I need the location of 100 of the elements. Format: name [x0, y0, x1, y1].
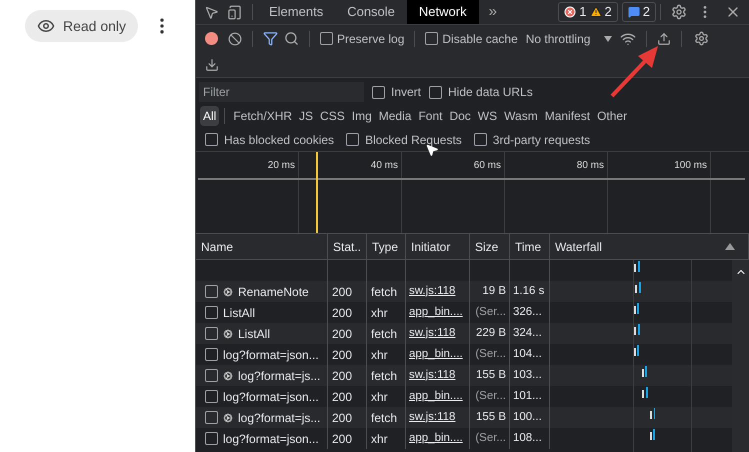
- settings-icon[interactable]: [671, 4, 687, 20]
- row-checkbox[interactable]: [205, 306, 218, 319]
- filter-icon[interactable]: [263, 31, 278, 46]
- device-toolbar-icon[interactable]: [227, 4, 242, 20]
- scrollbar[interactable]: [732, 260, 749, 452]
- devtools-tab[interactable]: Elements: [257, 0, 336, 24]
- settings-icon[interactable]: [694, 31, 710, 46]
- throttling-dropdown[interactable]: No throttling: [526, 30, 612, 48]
- time-cell-text: 324...: [513, 326, 542, 341]
- resource-type-filter[interactable]: CSS: [317, 106, 348, 126]
- request-name[interactable]: RenameNote: [238, 282, 309, 300]
- row-checkbox[interactable]: [205, 369, 218, 382]
- record-button[interactable]: [205, 32, 218, 45]
- column-header[interactable]: Type: [372, 238, 398, 256]
- request-name[interactable]: ListAll: [238, 324, 270, 342]
- resource-type-filter[interactable]: Media: [376, 106, 414, 126]
- error-icon: [564, 6, 576, 18]
- gear-icon: [223, 286, 233, 296]
- preserve-log-label: Preserve log: [337, 30, 404, 48]
- column-header[interactable]: Stat..: [333, 238, 362, 256]
- initiator-link[interactable]: sw.js:118: [409, 282, 456, 300]
- messages-counter[interactable]: 2: [622, 2, 656, 22]
- issues-counter[interactable]: 1 2: [558, 2, 618, 22]
- resource-type-filter[interactable]: All: [200, 106, 220, 126]
- filter-field[interactable]: Filter: [199, 82, 364, 102]
- request-name[interactable]: ListAll: [223, 304, 256, 322]
- initiator-link[interactable]: sw.js:118: [409, 324, 456, 342]
- request-name[interactable]: log?format=json...: [223, 388, 319, 406]
- resource-type-filter[interactable]: WS: [474, 106, 500, 126]
- time-cell-text: 100...: [513, 410, 542, 425]
- initiator-link[interactable]: app_bin....: [409, 388, 463, 406]
- upload-icon[interactable]: [657, 32, 672, 46]
- request-name[interactable]: log?format=js...: [238, 366, 320, 384]
- column-header[interactable]: Initiator: [411, 238, 450, 256]
- initiator-link[interactable]: sw.js:118: [409, 408, 456, 426]
- row-checkbox[interactable]: [205, 285, 218, 298]
- devtools-tab[interactable]: Network: [406, 0, 479, 24]
- initiator-link[interactable]: app_bin....: [409, 346, 463, 364]
- initiator-link[interactable]: app_bin....: [409, 304, 463, 322]
- badge-count: 1: [579, 3, 587, 22]
- time-cell-text: 326...: [513, 304, 542, 320]
- status-cell-text: 200: [332, 430, 352, 448]
- request-name[interactable]: log?format=json...: [223, 346, 319, 364]
- column-header[interactable]: Size: [475, 238, 498, 256]
- search-icon[interactable]: [284, 31, 299, 46]
- dropdown-caret-icon: [604, 36, 612, 42]
- status-cell-text: 200: [332, 368, 352, 384]
- size-cell-text: (Ser...: [475, 388, 506, 404]
- timeline-tick-label: 100 ms: [674, 159, 707, 170]
- column-header[interactable]: Waterfall: [555, 238, 602, 256]
- type-cell-text: xhr: [371, 430, 388, 448]
- status-cell-text: 200: [332, 410, 352, 426]
- type-cell-text: fetch: [371, 368, 398, 384]
- download-icon[interactable]: [205, 58, 219, 72]
- devtools-tab[interactable]: Console: [335, 0, 407, 24]
- request-name[interactable]: log?format=js...: [238, 408, 320, 426]
- hide-data-urls-label: Hide data URLs: [448, 84, 533, 101]
- read-only-label: Read only: [63, 16, 126, 36]
- initiator-link[interactable]: sw.js:118: [409, 366, 456, 384]
- disable-cache-checkbox[interactable]: [425, 32, 438, 45]
- initiator-link[interactable]: app_bin....: [409, 430, 463, 448]
- resource-type-filter[interactable]: Wasm: [501, 106, 541, 126]
- filter-checkbox[interactable]: [205, 133, 218, 146]
- resource-type-filter[interactable]: Fetch/XHR: [230, 106, 296, 126]
- resource-type-filter[interactable]: JS: [296, 106, 316, 126]
- column-header[interactable]: Time: [515, 238, 542, 256]
- row-checkbox[interactable]: [205, 348, 218, 361]
- request-name[interactable]: log?format=json...: [223, 430, 319, 448]
- size-cell-text: 155 B: [476, 368, 506, 383]
- size-cell-text: 155 B: [476, 410, 506, 425]
- status-cell-text: 200: [332, 388, 352, 406]
- time-cell-text: 103...: [513, 368, 542, 383]
- invert-checkbox[interactable]: [372, 86, 385, 98]
- more-tabs-button[interactable]: »: [478, 0, 507, 24]
- resource-type-filter[interactable]: Other: [594, 106, 630, 126]
- column-header[interactable]: Name: [201, 238, 234, 256]
- resource-type-filter[interactable]: Font: [415, 106, 446, 126]
- filter-checkbox-label: 3rd-party requests: [492, 132, 590, 148]
- resource-type-filter[interactable]: Img: [348, 106, 375, 126]
- filter-checkbox[interactable]: [346, 133, 360, 146]
- row-checkbox[interactable]: [205, 432, 218, 445]
- hide-data-urls-checkbox[interactable]: [429, 86, 442, 98]
- resource-type-filter[interactable]: Manifest: [542, 106, 594, 126]
- preserve-log-checkbox[interactable]: [320, 32, 333, 45]
- type-cell-text: fetch: [371, 410, 398, 426]
- time-cell-text: 1.16 s: [513, 284, 544, 299]
- resource-type-filter[interactable]: Doc: [446, 106, 474, 126]
- filter-checkbox[interactable]: [474, 133, 487, 146]
- invert-label: Invert: [391, 84, 422, 101]
- gear-icon: [223, 370, 233, 380]
- row-checkbox[interactable]: [205, 327, 218, 340]
- row-checkbox[interactable]: [205, 390, 218, 403]
- clear-icon[interactable]: [228, 32, 242, 46]
- timeline-tick-label: 60 ms: [474, 159, 501, 170]
- network-conditions-icon[interactable]: [620, 30, 636, 46]
- eye-icon: [37, 17, 55, 35]
- time-cell-text: 108...: [513, 430, 542, 446]
- inspect-icon[interactable]: [204, 4, 219, 20]
- badge-count: 2: [604, 3, 612, 22]
- row-checkbox[interactable]: [205, 411, 218, 424]
